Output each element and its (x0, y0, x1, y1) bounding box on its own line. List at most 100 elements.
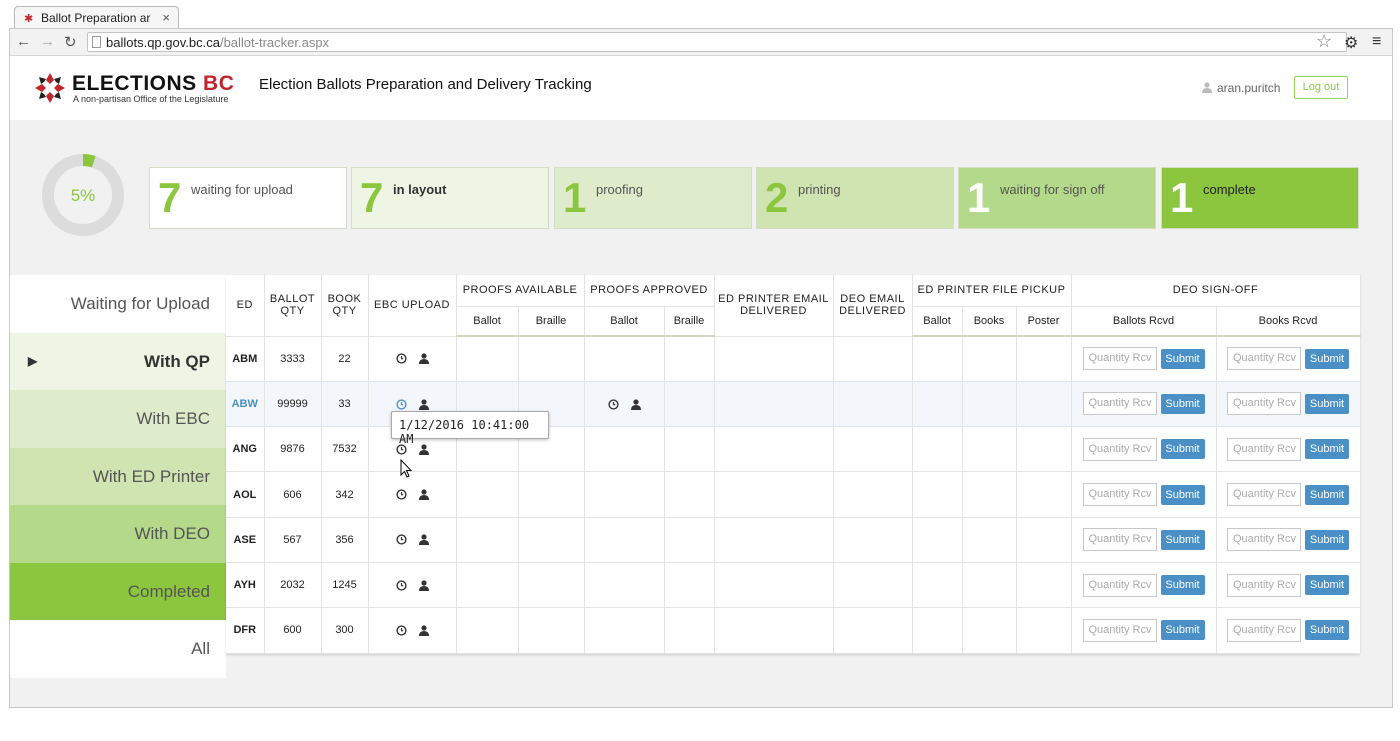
quantity-input[interactable]: Quantity Rcv (1227, 437, 1301, 461)
approved-user-icon[interactable] (630, 398, 641, 410)
table-row: AYH 2032 1245 Quantity Rcv Submit Quantity Rc… (226, 562, 1361, 609)
status-card[interactable]: 1 waiting for sign off (958, 167, 1156, 229)
status-card[interactable]: 1 proofing (554, 167, 752, 229)
filter-item[interactable]: With EBC (10, 390, 226, 448)
upload-user-icon[interactable] (418, 398, 429, 410)
address-bar[interactable]: ballots.qp.gov.bc.ca/ballot-tracker.aspx (87, 32, 1347, 52)
upload-user-icon[interactable] (418, 489, 429, 501)
submit-button[interactable]: Submit (1160, 620, 1205, 641)
upload-time-clock-icon[interactable] (395, 534, 407, 546)
ed-code[interactable]: ABW (226, 381, 265, 428)
pickup-poster-cell (1016, 381, 1072, 428)
submit-button[interactable]: Submit (1305, 348, 1349, 369)
quantity-input[interactable]: Quantity Rcv (1082, 573, 1157, 597)
deo-email-cell (833, 471, 913, 518)
settings-gear-icon[interactable]: ⚙ (1344, 33, 1358, 53)
tab-title: Ballot Preparation ar (41, 11, 151, 25)
quantity-input[interactable]: Quantity Rcv (1227, 347, 1301, 371)
filter-item[interactable]: Waiting for Upload (10, 275, 226, 333)
quantity-input[interactable]: Quantity Rcv (1227, 483, 1301, 507)
proofs-approved-braille-cell (664, 517, 715, 563)
upload-time-clock-icon[interactable] (395, 489, 407, 500)
quantity-input[interactable]: Quantity Rcv (1082, 483, 1157, 507)
approved-time-clock-icon[interactable] (607, 398, 619, 410)
upload-user-icon[interactable] (418, 534, 429, 546)
col-header-proofs-available: PROOFS AVAILABLE (456, 275, 585, 307)
col-header-ed-printer-pickup: ED PRINTER FILE PICKUP (912, 275, 1072, 307)
quantity-input[interactable]: Quantity Rcv (1082, 528, 1157, 552)
bookmark-star-icon[interactable]: ☆ (1316, 31, 1332, 52)
upload-user-icon[interactable] (418, 625, 429, 637)
status-card[interactable]: 7 waiting for upload (149, 167, 347, 229)
ballot-qty: 99999 (264, 381, 322, 428)
status-card[interactable]: 1 complete (1161, 167, 1359, 229)
submit-button[interactable]: Submit (1160, 575, 1205, 596)
ballots-rcvd-cell: Quantity Rcv Submit (1071, 336, 1217, 382)
ed-code: ASE (226, 517, 265, 563)
ed-printer-email-cell (714, 426, 834, 473)
submit-button[interactable]: Submit (1305, 439, 1349, 460)
submit-button[interactable]: Submit (1160, 348, 1205, 369)
menu-icon[interactable]: ≡ (1372, 33, 1381, 51)
submit-button[interactable]: Submit (1160, 529, 1205, 550)
col-header-deo-signoff: DEO SIGN-OFF (1071, 275, 1361, 307)
upload-time-clock-icon[interactable] (395, 353, 407, 364)
quantity-input[interactable]: Quantity Rcv (1227, 392, 1301, 416)
col-header-ebc-upload: EBC UPLOAD (368, 275, 457, 337)
upload-user-icon[interactable] (418, 353, 429, 365)
proofs-available-ballot-cell (456, 562, 519, 609)
upload-user-icon[interactable] (418, 444, 429, 455)
deo-email-cell (833, 426, 913, 473)
ballot-tracker-table: ED BALLOT QTY BOOK QTY EBC UPLOAD PROOFS… (226, 275, 1361, 654)
app-title: Election Ballots Preparation and Deliver… (259, 76, 592, 93)
username: aran.puritch (1217, 81, 1281, 95)
submit-button[interactable]: Submit (1305, 575, 1349, 596)
filter-item[interactable]: With ED Printer (10, 447, 226, 505)
tab-close-icon[interactable]: × (162, 10, 170, 25)
submit-button[interactable]: Submit (1305, 620, 1349, 641)
status-card[interactable]: 2 printing (756, 167, 954, 229)
proofs-approved-ballot-cell (584, 336, 665, 382)
back-icon[interactable]: ← (16, 33, 31, 50)
submit-button[interactable]: Submit (1160, 393, 1205, 414)
ballot-qty: 2032 (264, 562, 322, 609)
pickup-poster-cell (1016, 336, 1072, 382)
quantity-input[interactable]: Quantity Rcv (1082, 437, 1157, 461)
forward-icon[interactable]: → (40, 33, 55, 50)
mouse-cursor-icon (400, 459, 412, 478)
quantity-input[interactable]: Quantity Rcv (1082, 618, 1157, 642)
quantity-input[interactable]: Quantity Rcv (1227, 528, 1301, 552)
filter-item[interactable]: Completed (10, 562, 226, 620)
logout-button[interactable]: Log out (1294, 76, 1348, 99)
status-card[interactable]: 7 in layout (351, 167, 549, 229)
ed-printer-email-cell (714, 381, 834, 428)
pickup-ballot-cell (912, 426, 963, 473)
submit-button[interactable]: Submit (1305, 484, 1349, 505)
upload-time-clock-icon[interactable] (395, 398, 407, 410)
browser-tab[interactable]: ✱ Ballot Preparation ar × (14, 6, 179, 28)
ballots-rcvd-cell: Quantity Rcv Submit (1071, 562, 1217, 609)
upload-user-icon[interactable] (418, 580, 429, 591)
quantity-input[interactable]: Quantity Rcv (1082, 392, 1157, 416)
quantity-input[interactable]: Quantity Rcv (1227, 573, 1301, 597)
submit-button[interactable]: Submit (1160, 484, 1205, 505)
favicon-icon: ✱ (24, 13, 34, 25)
ed-printer-email-cell (714, 562, 834, 609)
filter-item[interactable]: All (10, 620, 226, 678)
proofs-available-ballot-cell (456, 336, 519, 382)
filter-item[interactable]: With DEO (10, 505, 226, 563)
logo-wordmark: ELECTIONS BC (72, 72, 235, 95)
submit-button[interactable]: Submit (1160, 439, 1205, 460)
reload-icon[interactable]: ↻ (64, 33, 77, 51)
upload-time-clock-icon[interactable] (395, 625, 407, 636)
status-count: 1 (1170, 174, 1194, 221)
pickup-poster-cell (1016, 471, 1072, 518)
selected-arrow-icon: ▶ (28, 353, 38, 368)
status-count: 2 (765, 174, 789, 221)
upload-time-clock-icon[interactable] (395, 580, 407, 591)
filter-item[interactable]: ▶ With QP (10, 332, 226, 390)
quantity-input[interactable]: Quantity Rcv (1082, 347, 1157, 371)
quantity-input[interactable]: Quantity Rcv (1227, 618, 1301, 642)
submit-button[interactable]: Submit (1305, 529, 1349, 550)
submit-button[interactable]: Submit (1305, 393, 1349, 414)
